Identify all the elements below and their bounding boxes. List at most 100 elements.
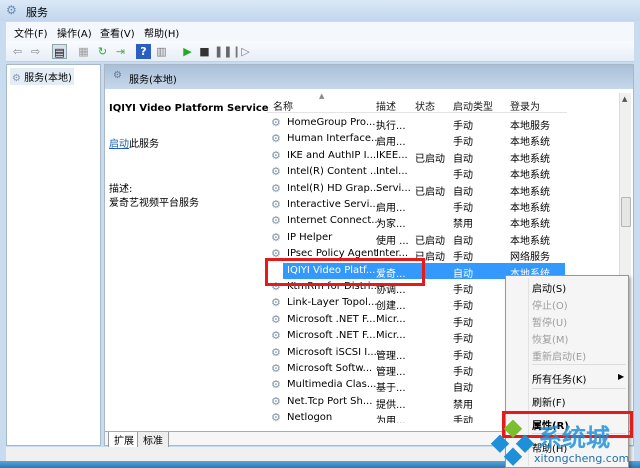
description-pane: IQIYI Video Platform Service 启动此服务 描述: 爱… xyxy=(105,93,269,433)
column-status[interactable]: 状态 xyxy=(415,98,435,113)
cell-description: 使用 ... xyxy=(376,235,409,247)
watermark-url: xitongcheng.com xyxy=(534,452,630,465)
column-header-row: 名称 ▲ 描述 状态 启动类型 登录为 xyxy=(267,93,567,113)
cell-startup-type: 自动 xyxy=(453,235,473,247)
service-gear-icon: ⚙ xyxy=(271,345,281,359)
cell-description: 提供... xyxy=(376,399,406,411)
menu-item-pause[interactable]: 暂停(U) xyxy=(532,314,567,329)
service-gear-icon: ⚙ xyxy=(271,362,281,375)
cell-startup-type: 手动 xyxy=(453,367,473,378)
service-gear-icon: ⚙ xyxy=(271,312,281,326)
cell-description: Servi... xyxy=(376,182,411,194)
menu-view[interactable]: 查看(V) xyxy=(100,25,135,40)
menu-help[interactable]: 帮助(H) xyxy=(144,25,179,40)
cell-description: 启用... xyxy=(376,137,406,149)
cell-log-on-as: 网络服务 xyxy=(510,252,550,264)
tree-item-label: 服务(本地) xyxy=(24,73,72,84)
tree-item-services-local[interactable]: ⚙ 服务(本地) xyxy=(10,68,74,85)
refresh-icon[interactable]: ↻ xyxy=(95,44,110,59)
cell-startup-type: 手动 xyxy=(453,137,473,149)
table-row[interactable]: ⚙ IP Helper 使用 ... 已启动 自动 本地系统 xyxy=(267,230,619,247)
help-icon[interactable]: ? xyxy=(136,44,151,59)
cell-log-on-as: 本地系统 xyxy=(510,153,550,165)
pause-icon[interactable]: ❚❚ xyxy=(214,44,232,59)
cell-name: Internet Connect... xyxy=(287,215,381,227)
menu-separator xyxy=(532,388,626,389)
start-service-suffix: 此服务 xyxy=(129,139,159,150)
restart-icon[interactable]: ❙▷ xyxy=(232,44,250,59)
menu-item-refresh[interactable]: 刷新(F) xyxy=(532,394,566,409)
services-app-icon: ⚙ xyxy=(6,3,17,17)
back-icon[interactable]: ⇦ xyxy=(10,44,25,59)
menu-separator xyxy=(532,364,626,365)
export-list-icon[interactable]: ⇥ xyxy=(113,44,128,59)
cell-name: Microsoft .NET F... xyxy=(287,330,376,342)
cell-description: 创建... xyxy=(376,301,406,313)
cell-description: Micr... xyxy=(376,330,406,342)
service-gear-icon: ⚙ xyxy=(271,296,281,310)
cell-name: Microsoft iSCSI I... xyxy=(287,346,377,358)
cell-startup-type: 手动 xyxy=(453,350,473,362)
cell-description: Micr... xyxy=(376,313,406,325)
menu-item-resume[interactable]: 恢复(M) xyxy=(532,331,568,346)
cell-startup-type: 手动 xyxy=(453,252,473,264)
scroll-up-icon[interactable]: ▲ xyxy=(622,95,627,103)
menu-item-all-tasks[interactable]: 所有任务(K) xyxy=(532,371,586,386)
tab-extended[interactable]: 扩展 xyxy=(108,432,140,448)
pane-header-title: 服务(本地) xyxy=(129,75,177,86)
console-tree: ⚙ 服务(本地) xyxy=(6,64,101,446)
gear-icon: ⚙ xyxy=(12,73,21,84)
table-row[interactable]: ⚙ Internet Connect... 为家... 禁用 本地系统 xyxy=(267,213,619,231)
stop-icon[interactable]: ■ xyxy=(197,44,212,59)
table-row[interactable]: ⚙ Intel(R) Content ... Intel... 手动 本地系统 xyxy=(267,164,619,182)
cell-name: Microsoft Softw... xyxy=(287,363,373,374)
cell-startup-type: 手动 xyxy=(453,203,473,214)
cell-description: 执行... xyxy=(376,121,406,132)
menu-file[interactable]: 文件(F) xyxy=(14,25,48,40)
play-icon[interactable]: ▶ xyxy=(180,44,195,59)
properties-icon[interactable]: ▦ xyxy=(76,44,91,59)
cell-name: Intel(R) HD Grap... xyxy=(287,182,380,194)
cell-log-on-as: 本地系统 xyxy=(510,203,550,214)
cell-startup-type: 禁用 xyxy=(453,219,473,231)
column-log-on-as[interactable]: 登录为 xyxy=(510,98,540,113)
menu-action[interactable]: 操作(A) xyxy=(57,25,92,40)
column-description[interactable]: 描述 xyxy=(376,98,396,113)
service-gear-icon: ⚙ xyxy=(271,394,281,408)
cell-description: 为用... xyxy=(376,416,406,423)
cell-startup-type: 手动 xyxy=(453,285,473,296)
column-name[interactable]: 名称 xyxy=(273,98,293,113)
table-row[interactable]: ⚙ Human Interface... 启用... 手动 本地系统 xyxy=(267,131,619,149)
service-gear-icon: ⚙ xyxy=(271,411,281,423)
cell-name: Human Interface... xyxy=(287,133,381,145)
cell-description: 管理... xyxy=(376,350,406,362)
column-startup-type[interactable]: 启动类型 xyxy=(453,98,493,113)
cell-description: IKEE... xyxy=(376,149,408,161)
service-gear-icon: ⚙ xyxy=(271,230,281,244)
forward-icon[interactable]: ⇨ xyxy=(28,44,43,59)
menu-item-restart[interactable]: 重新启动(E) xyxy=(532,348,586,363)
service-gear-icon: ⚙ xyxy=(271,329,281,343)
cell-name: Intel(R) Content ... xyxy=(287,166,380,178)
tab-standard[interactable]: 标准 xyxy=(137,432,169,448)
cell-description: 管理... xyxy=(376,367,406,378)
action-pane-icon[interactable]: ▥ xyxy=(154,44,169,59)
service-gear-icon: ⚙ xyxy=(271,214,281,228)
table-row[interactable]: ⚙ Interactive Servi... 启用... 手动 本地系统 xyxy=(267,197,619,214)
table-row[interactable]: ⚙ Intel(R) HD Grap... Servi... 已启动 自动 本地系统 xyxy=(267,181,619,198)
scrollbar-thumb[interactable] xyxy=(621,197,631,227)
service-gear-icon: ⚙ xyxy=(271,132,281,146)
cell-log-on-as: 本地服务 xyxy=(510,121,550,132)
menu-item-stop[interactable]: 停止(O) xyxy=(532,297,568,312)
menu-item-start[interactable]: 启动(S) xyxy=(532,280,566,295)
cell-log-on-as: 本地系统 xyxy=(510,170,550,182)
table-row[interactable]: ⚙ IKE and AuthIP I... IKEE... 已启动 自动 本地系统 xyxy=(267,148,619,165)
cell-log-on-as: 本地系统 xyxy=(510,235,550,247)
cell-name: Interactive Servi... xyxy=(287,199,379,210)
cell-startup-type: 手动 xyxy=(453,301,473,313)
cell-name: Net.Tcp Port Sh... xyxy=(287,395,373,407)
table-row[interactable]: ⚙ HomeGroup Pro... 执行... 手动 本地服务 xyxy=(267,115,619,132)
show-hide-tree-icon[interactable]: ▤ xyxy=(52,44,67,59)
start-service-link[interactable]: 启动 xyxy=(109,139,129,150)
title-bar: ⚙ 服务 xyxy=(0,0,640,21)
